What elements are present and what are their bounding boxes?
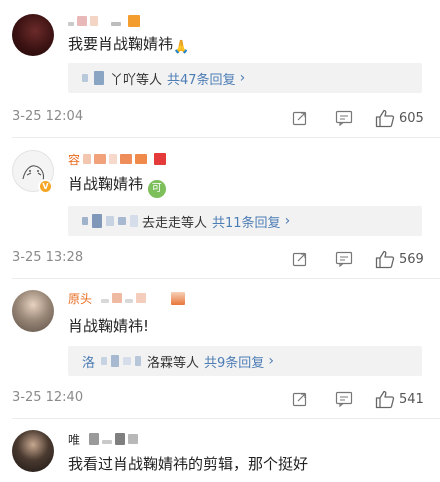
comment-button[interactable] [335,107,353,129]
ke-emoji-icon: 可 [147,180,166,198]
level-badge-icon [128,15,140,27]
blurred-name [101,357,108,365]
blurred-name [111,355,120,367]
level-badge-icon [171,291,186,305]
reply-summary[interactable]: 洛 洛霖等人 共9条回复 › [68,346,422,376]
blurred-name [94,154,107,164]
reply-users: 洛霖等人 [147,355,200,371]
comment-text: 我看过肖战鞠婧祎的剪辑，那个挺好 [68,454,308,474]
blurred-name [112,293,123,303]
blurred-name [82,74,88,82]
comment-button[interactable] [335,388,353,410]
blurred-name [77,16,87,26]
chevron-right-icon: › [284,213,291,229]
comment-time: 3-25 12:40 [12,390,84,405]
blurred-name [136,293,147,303]
username-text: 原头 [68,291,93,306]
comment-meta: 3-25 12:40 541 [12,388,428,410]
verified-badge-icon: V [38,179,53,194]
comment-button[interactable] [335,248,353,270]
reply-count: 共9条回复 [204,355,265,371]
pray-icon: 🙏 [173,40,190,55]
blurred-name [135,154,148,164]
divider [12,278,440,279]
like-button[interactable]: 541 [375,388,424,410]
reply-users: 丫吖等人 [110,72,163,88]
comment-meta: 3-25 13:28 569 [12,248,428,270]
share-icon [292,252,307,267]
avatar[interactable] [12,290,54,332]
comment-body: 我要肖战鞠婧祎 [68,35,174,53]
comment-meta: 3-25 12:04 605 [12,107,428,129]
like-button[interactable]: 569 [375,248,424,270]
share-icon [292,111,307,126]
like-count: 605 [399,110,424,126]
blurred-name [123,357,132,365]
blurred-name [89,433,100,445]
blurred-name [82,217,88,225]
chevron-right-icon: › [239,70,246,86]
reply-user-first: 洛 [82,355,96,371]
username[interactable]: 唯 [68,430,139,448]
comment-icon [335,251,353,267]
blurred-name [115,433,126,445]
share-button[interactable] [292,388,308,410]
username[interactable]: 容 [68,150,167,168]
reply-summary[interactable]: 丫吖等人 共47条回复 › [68,63,422,93]
comment-time: 3-25 12:04 [12,109,84,124]
blurred-name [135,356,142,366]
reply-summary[interactable]: 去走走等人 共11条回复 › [68,206,422,236]
username[interactable] [68,12,140,30]
avatar[interactable] [12,14,54,56]
like-button[interactable]: 605 [375,107,424,129]
like-count: 541 [399,391,424,407]
level-badge-icon [154,153,167,165]
blurred-name [118,217,126,225]
blurred-name [101,299,110,303]
comment-time: 3-25 13:28 [12,250,84,265]
comment-text: 肖战鞠婧祎! [68,316,149,336]
blurred-name [68,22,74,26]
reply-count: 共11条回复 [212,215,281,231]
chevron-right-icon: › [268,353,274,369]
divider [12,418,440,419]
comment-body: 我看过肖战鞠婧祎的剪辑，那个挺好 [68,455,309,473]
blurred-name [83,154,92,164]
share-button[interactable] [292,248,308,270]
comment-icon [335,391,353,407]
comment-text: 我要肖战鞠婧祎🙏 [68,34,189,58]
like-icon [375,250,395,268]
blurred-name [109,154,118,164]
username-text: 唯 [68,432,81,447]
blurred-name [125,299,134,303]
blurred-name [90,16,98,26]
blurred-name [92,214,102,228]
blurred-name [106,216,114,226]
blurred-name [111,22,121,26]
comment-text: 肖战鞠婧祎 可 [68,174,166,198]
like-icon [375,390,395,408]
username[interactable]: 原头 [68,289,186,307]
blurred-name [130,215,138,227]
comment-body: 肖战鞠婧祎! [68,317,150,335]
reply-count: 共47条回复 [167,72,236,88]
blurred-name [120,154,133,164]
username-text: 容 [68,152,81,167]
comment-body: 肖战鞠婧祎 [68,175,144,193]
comment-icon [335,110,353,126]
blurred-name [128,434,139,444]
blurred-name [94,71,104,85]
like-count: 569 [399,251,424,267]
like-icon [375,109,395,127]
reply-users: 去走走等人 [142,215,208,231]
blurred-name [102,440,113,444]
divider [12,137,440,138]
avatar[interactable] [12,430,54,472]
share-button[interactable] [292,107,308,129]
share-icon [292,392,307,407]
